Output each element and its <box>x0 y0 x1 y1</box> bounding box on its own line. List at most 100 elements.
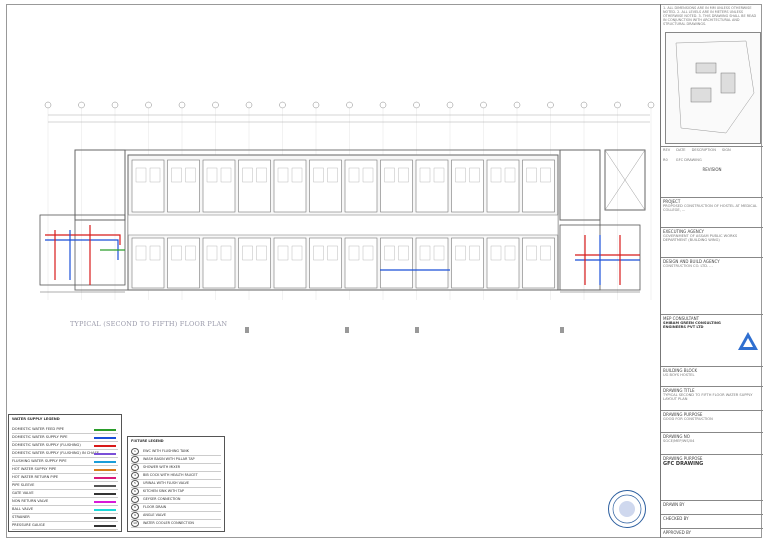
water-supply-legend: WATER SUPPLY LEGEND DOMESTIC WATER FEED … <box>8 414 122 532</box>
legend-row-label: STRAINER <box>12 515 30 519</box>
grid-bubble <box>480 101 487 109</box>
floor-plan-drawing <box>39 101 655 333</box>
title-block: 1. ALL DIMENSIONS ARE IN MM UNLESS OTHER… <box>660 4 763 538</box>
room-cell <box>380 237 413 289</box>
room-cell <box>451 237 484 289</box>
legend-swatch <box>94 493 116 495</box>
legend-swatch <box>94 525 116 527</box>
legend-row-label: PIPE SLEEVE <box>12 483 35 487</box>
stage-value: GFC DRAWING <box>663 461 704 467</box>
legend-swatch <box>94 517 116 519</box>
fixture-label: ANGLE VALVE <box>143 513 166 517</box>
room-cell <box>167 237 200 289</box>
legend-swatch <box>94 437 116 439</box>
fixture-label: EWC WITH FLUSHING TANK <box>143 449 189 453</box>
fixture-label: URINAL WITH FLUSH VALVE <box>143 481 190 485</box>
drawing-title-value: TYPICAL SECOND TO FIFTH FLOOR WATER SUPP… <box>663 393 753 402</box>
fixture-row: 10 WATER COOLER CONNECTION <box>131 519 221 528</box>
legend-row-label: PRESSURE GAUGE <box>12 523 45 527</box>
fixture-number: 4 <box>131 472 139 479</box>
legend-row-label: DOMESTIC WATER SUPPLY (FLUSHING) IN CHAS… <box>12 451 99 455</box>
fixture-number: 6 <box>131 488 139 495</box>
legend-row-label: HOT WATER SUPPLY PIPE <box>12 467 57 471</box>
legend-swatch <box>94 485 116 487</box>
fixture-number: 9 <box>131 512 139 519</box>
room-cell <box>415 237 449 289</box>
consultant-value: SHIBAM GREEN CONSULTING ENGINEERS PVT LT… <box>663 321 721 330</box>
fixture-legend-title: FIXTURE LEGEND <box>131 439 164 443</box>
fixture-number: 8 <box>131 504 139 511</box>
rev-desc: GFC DRAWING <box>675 158 702 163</box>
agency-value: GOVERNMENT OF ASSAM PUBLIC WORKS DEPARTM… <box>663 234 738 243</box>
grid-bubble <box>614 101 621 109</box>
fixture-label: SHOWER WITH MIXER <box>143 465 181 469</box>
legend-title: WATER SUPPLY LEGEND <box>12 417 60 421</box>
fixture-number: 1 <box>131 448 139 455</box>
legend-row-label: BALL VALVE <box>12 507 34 511</box>
legend-swatch <box>94 501 116 503</box>
legend-swatch <box>94 445 116 447</box>
grid-bubble <box>346 101 353 109</box>
design-value: CONSTRUCTION CO. LTD. ... <box>663 264 713 268</box>
fixture-number: 5 <box>131 480 139 487</box>
grid-bubble <box>212 101 219 109</box>
grid-bubble <box>178 101 186 109</box>
room-cell <box>486 237 520 289</box>
checked-by-label: CHECKED BY <box>663 516 689 521</box>
drawing-no-value: SGCE/MEP/WS/04 <box>663 439 695 443</box>
room-cell <box>202 237 236 289</box>
room-cell <box>131 237 165 289</box>
general-notes: 1. ALL DIMENSIONS ARE IN MM UNLESS OTHER… <box>663 6 757 27</box>
rev-value: R0 <box>663 158 668 163</box>
legend-row: PRESSURE GAUGE <box>12 521 118 530</box>
grid-bubble <box>547 101 554 109</box>
desc-col: DESCRIPTION <box>691 148 716 152</box>
room-cell <box>309 237 342 289</box>
grid-bubble <box>78 101 85 109</box>
fixture-label: BIB COCK WITH HEALTH FAUCET <box>143 473 198 477</box>
legend-swatch <box>94 477 116 479</box>
grid-bubble <box>312 101 320 109</box>
grid-bubble <box>580 101 588 109</box>
grid-bubble <box>647 101 655 109</box>
room-cell <box>344 237 378 289</box>
grid-bubble <box>513 101 521 109</box>
building-value: UG BOYS HOSTEL <box>663 373 695 377</box>
grid-bubble <box>279 101 286 109</box>
legend-row-label: NON RETURN VALVE <box>12 499 49 503</box>
grid-bubble <box>145 101 152 109</box>
fixture-label: GEYSER CONNECTION <box>143 497 181 501</box>
key-plan <box>665 32 761 144</box>
legend-swatch <box>94 469 116 471</box>
rev-col: REV <box>663 148 671 152</box>
legend-row-label: DOMESTIC WATER FEED PIPE <box>12 427 64 431</box>
plan-title: TYPICAL (SECOND TO FIFTH) FLOOR PLAN <box>70 320 228 328</box>
fixture-label: WASH BASIN WITH PILLAR TAP <box>143 457 195 461</box>
purpose-value: GOOD FOR CONSTRUCTION <box>663 417 713 421</box>
date-col: DATE <box>676 148 686 152</box>
legend-row-label: HOT WATER RETURN PIPE <box>12 475 59 479</box>
legend-swatch <box>94 461 116 463</box>
department-seal <box>608 490 646 528</box>
legend-swatch <box>94 453 116 455</box>
revision-table: REV DATE DESCRIPTION SIGN R0 GFC DRAWING… <box>661 146 763 186</box>
fixture-legend: FIXTURE LEGEND 1 EWC WITH FLUSHING TANK 2 W… <box>127 436 225 532</box>
consultant-logo <box>738 332 758 350</box>
grid-bubble <box>446 101 454 109</box>
fixture-number: 10 <box>131 520 139 527</box>
grid-bubble <box>111 101 119 109</box>
fixture-number: 3 <box>131 464 139 471</box>
room-cell <box>522 237 555 289</box>
revision-label: REVISION <box>702 166 722 172</box>
project-value: PROPOSED CONSTRUCTION OF HOSTEL AT MEDIC… <box>663 204 758 213</box>
legend-row-label: DOMESTIC WATER SUPPLY (FLUSHING) <box>12 443 81 447</box>
grid-bubble <box>379 101 387 109</box>
legend-swatch <box>94 509 116 511</box>
legend-row-label: GATE VALVE <box>12 491 34 495</box>
sign-col: SIGN <box>721 148 731 152</box>
fixture-number: 2 <box>131 456 139 463</box>
fixture-label: KITCHEN SINK WITH TAP <box>143 489 184 493</box>
grid-bubble <box>245 101 253 109</box>
room-cell <box>238 237 271 289</box>
fixture-label: WATER COOLER CONNECTION <box>143 521 194 525</box>
